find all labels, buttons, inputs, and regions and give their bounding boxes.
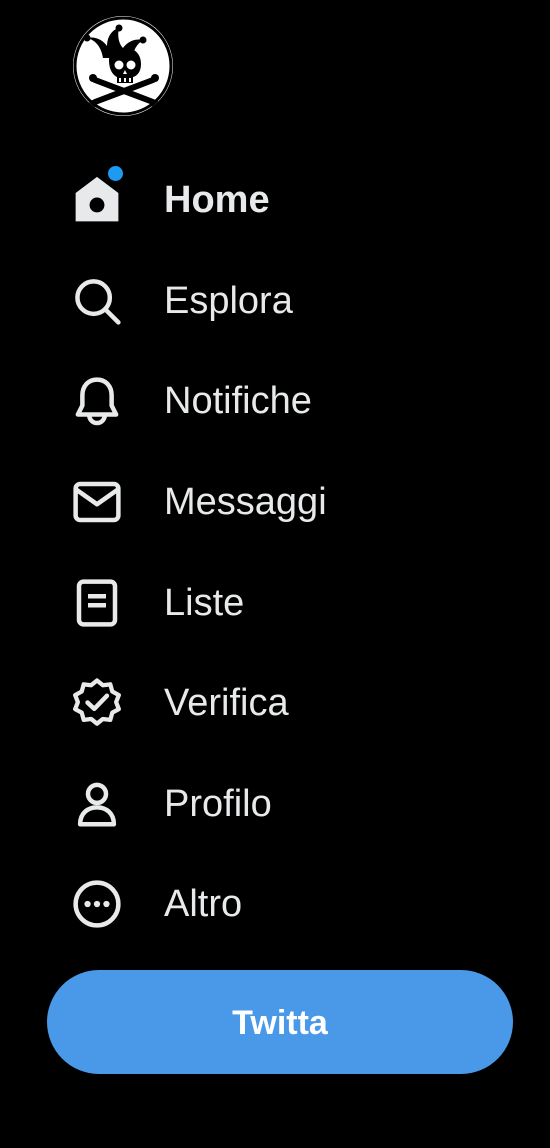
nav-item-verify[interactable]: Verifica bbox=[0, 653, 550, 754]
envelope-icon bbox=[70, 475, 124, 529]
nav-item-lists[interactable]: Liste bbox=[0, 552, 550, 653]
verified-badge-icon bbox=[70, 676, 124, 730]
nav-label-home: Home bbox=[164, 179, 270, 222]
notification-dot bbox=[108, 166, 123, 181]
nav-label-explore: Esplora bbox=[164, 279, 293, 322]
nav-label-profile: Profilo bbox=[164, 782, 272, 825]
nav-label-notifications: Notifiche bbox=[164, 380, 312, 423]
home-icon bbox=[70, 173, 124, 227]
nav-label-more: Altro bbox=[164, 883, 243, 926]
nav-item-notifications[interactable]: Notifiche bbox=[0, 351, 550, 452]
nav-label-lists: Liste bbox=[164, 581, 245, 624]
nav-item-profile[interactable]: Profilo bbox=[0, 754, 550, 855]
profile-avatar-logo[interactable] bbox=[73, 16, 173, 116]
nav-label-verify: Verifica bbox=[164, 682, 289, 725]
person-icon bbox=[70, 777, 124, 831]
search-icon bbox=[70, 274, 124, 328]
bell-icon bbox=[70, 374, 124, 428]
nav-label-messages: Messaggi bbox=[164, 481, 327, 524]
nav-item-messages[interactable]: Messaggi bbox=[0, 452, 550, 553]
nav-item-explore[interactable]: Esplora bbox=[0, 251, 550, 352]
tweet-button[interactable]: Twitta bbox=[47, 970, 513, 1074]
list-icon bbox=[70, 576, 124, 630]
nav-item-home[interactable]: Home bbox=[0, 150, 550, 251]
nav-item-more[interactable]: Altro bbox=[0, 854, 550, 955]
jolly-roger-jester-skull-icon bbox=[73, 16, 173, 116]
more-circle-icon bbox=[70, 877, 124, 931]
primary-nav: Home Esplora Notifiche Messaggi Liste Ve… bbox=[0, 150, 550, 955]
